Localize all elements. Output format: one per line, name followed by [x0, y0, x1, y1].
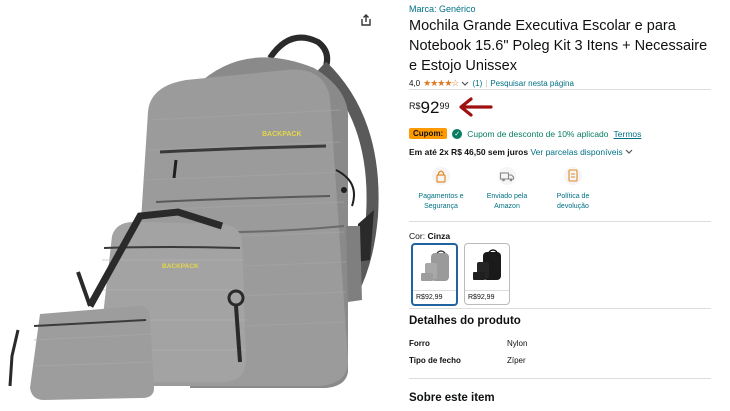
- rating-value: 4,0: [409, 79, 421, 88]
- feature-label: Pagamentos e Segurança: [418, 193, 464, 210]
- chevron-down-icon[interactable]: [625, 149, 633, 155]
- return-icon: [563, 166, 583, 186]
- product-image[interactable]: BACKPACK BACKPACK: [0, 0, 388, 406]
- divider: [409, 221, 711, 222]
- product-image-panel[interactable]: BACKPACK BACKPACK: [0, 0, 388, 406]
- detail-row: Tipo de fecho Zíper: [409, 356, 526, 365]
- coupon-row: Cupom: ✓ Cupom de desconto de 10% aplica…: [409, 128, 641, 139]
- red-arrow-icon: [459, 97, 493, 117]
- divider: [409, 378, 711, 379]
- installments-text: Em até 2x R$ 46,50 sem juros: [409, 147, 529, 157]
- price: R$ 92 99: [409, 98, 449, 118]
- truck-icon: [497, 166, 517, 186]
- svg-text:BACKPACK: BACKPACK: [262, 131, 302, 138]
- product-details-heading: Detalhes do produto: [409, 315, 521, 327]
- lock-icon: [431, 166, 451, 186]
- color-label: Cor: Cinza: [409, 231, 450, 241]
- swatch-price: R$92,99: [413, 290, 456, 301]
- color-selected-name: Cinza: [427, 231, 451, 241]
- review-count-link[interactable]: (1): [472, 79, 482, 88]
- rating-row: 4,0 ★★★★☆ (1) | Pesquisar nesta página: [409, 78, 574, 89]
- swatch-thumbnail: [421, 250, 449, 281]
- installments-row: Em até 2x R$ 46,50 sem juros Ver parcela…: [409, 147, 633, 157]
- color-swatch-black[interactable]: R$92,99: [464, 243, 510, 305]
- search-page-link[interactable]: Pesquisar nesta página: [490, 79, 574, 88]
- detail-value: Zíper: [507, 356, 526, 365]
- check-icon: ✓: [452, 128, 463, 139]
- price-whole: 92: [420, 98, 440, 117]
- price-fraction: 99: [439, 101, 450, 111]
- feature-label: Enviado pela Amazon: [486, 193, 528, 210]
- share-button[interactable]: [356, 10, 376, 30]
- star-rating-icon[interactable]: ★★★★☆: [423, 78, 459, 89]
- feature-label: Política de devolução: [556, 193, 590, 210]
- color-swatch-grey[interactable]: R$92,99: [411, 243, 458, 306]
- chevron-down-icon[interactable]: [461, 81, 469, 87]
- feature-shipped-by-amazon[interactable]: Enviado pela Amazon: [475, 166, 539, 212]
- coupon-text: Cupom de desconto de 10% aplicado: [467, 128, 609, 139]
- coupon-badge: Cupom:: [409, 128, 448, 139]
- divider: [409, 308, 711, 309]
- detail-key: Tipo de fecho: [409, 356, 461, 365]
- divider: [409, 89, 711, 90]
- brand-link[interactable]: Marca: Genérico: [409, 4, 476, 14]
- divider: |: [485, 79, 488, 88]
- about-item-heading: Sobre este item: [409, 392, 495, 404]
- swatch-price: R$92,99: [465, 290, 509, 301]
- price-currency: R$: [409, 101, 421, 111]
- feature-icons-row: Pagamentos e Segurança Enviado pela Amaz…: [409, 166, 711, 212]
- detail-value: Nylon: [507, 339, 528, 348]
- detail-row: Forro Nylon: [409, 339, 527, 348]
- product-title: Mochila Grande Executiva Escolar e para …: [409, 18, 708, 74]
- color-swatches: R$92,99 R$92,99: [411, 243, 510, 306]
- installments-link[interactable]: Ver parcelas disponíveis: [530, 147, 622, 157]
- coupon-terms-link[interactable]: Termos: [614, 129, 642, 139]
- swatch-thumbnail: [473, 249, 501, 280]
- detail-key: Forro: [409, 339, 430, 348]
- svg-text:BACKPACK: BACKPACK: [162, 263, 199, 270]
- feature-return-policy[interactable]: Política de devolução: [541, 166, 605, 212]
- share-icon: [361, 14, 371, 26]
- color-label-prefix: Cor:: [409, 231, 426, 241]
- feature-payment-security[interactable]: Pagamentos e Segurança: [409, 166, 473, 212]
